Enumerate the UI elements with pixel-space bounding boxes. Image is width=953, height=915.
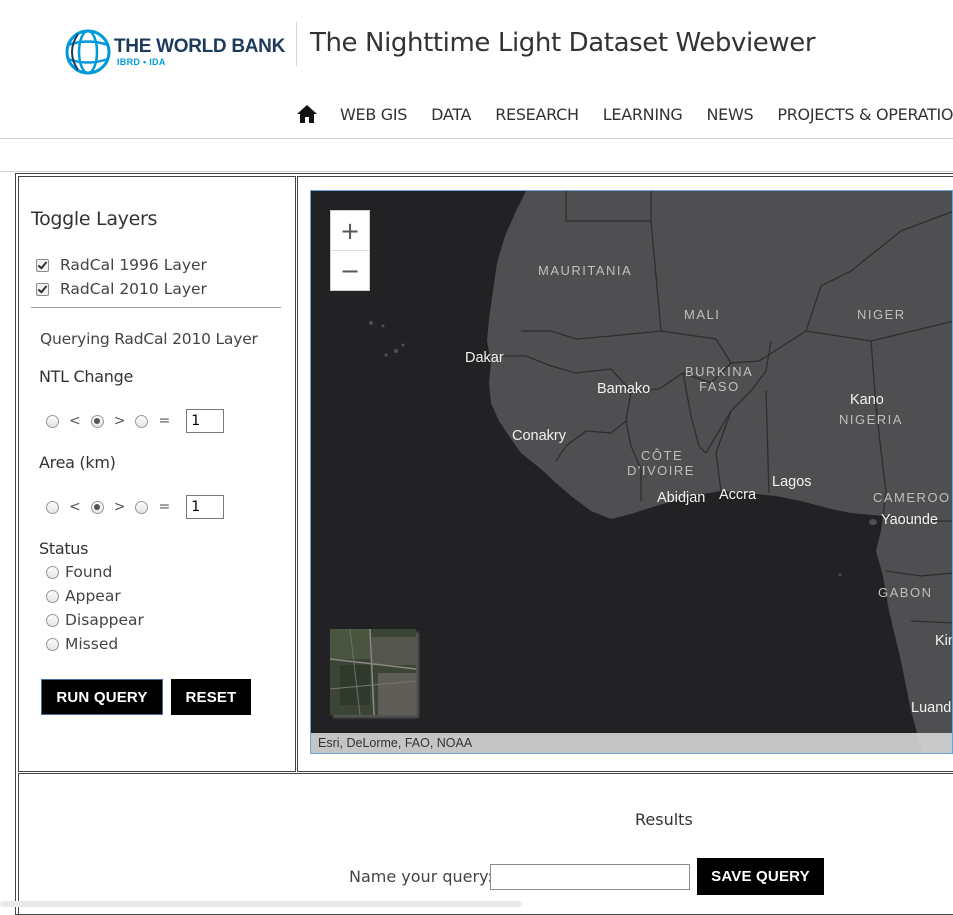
status-radio[interactable] (46, 565, 59, 579)
name-query-label: Name your query: (349, 867, 493, 886)
status-option-missed[interactable]: Missed (46, 635, 118, 653)
status-radio[interactable] (46, 637, 59, 651)
logo-name: THE WORLD BANK (114, 36, 286, 57)
status-label: Status (39, 539, 89, 558)
area-label: Area (km) (39, 453, 116, 472)
operator-less: < (69, 499, 81, 515)
querying-layer-label: Querying RadCal 2010 Layer (40, 330, 258, 348)
site-header: THE WORLD BANK IBRD • IDA The Nighttime … (0, 0, 953, 139)
ntl-change-filter: < > = (46, 409, 225, 433)
nav-item-research[interactable]: RESEARCH (495, 105, 579, 124)
basemap-toggle[interactable] (330, 629, 416, 715)
status-option-label: Missed (65, 635, 119, 653)
zoom-out-button[interactable]: − (331, 251, 369, 290)
ntl-change-label: NTL Change (39, 367, 134, 386)
status-option-found[interactable]: Found (46, 563, 112, 581)
map-label-lagos: Lagos (772, 474, 812, 490)
status-option-disappear[interactable]: Disappear (46, 611, 144, 629)
status-radio[interactable] (46, 589, 59, 603)
main-nav: WEB GIS DATA RESEARCH LEARNING NEWS PROJ… (296, 100, 953, 128)
area-greater-radio[interactable] (90, 500, 104, 514)
status-option-label: Found (65, 563, 113, 581)
area-filter: < > = (46, 495, 225, 519)
query-name-input[interactable] (490, 864, 690, 890)
map-label-accra: Accra (719, 487, 757, 503)
area-equal-radio[interactable] (135, 500, 149, 514)
status-option-appear[interactable]: Appear (46, 587, 121, 605)
content-divider (0, 171, 953, 172)
map-label-kano: Kano (850, 392, 884, 408)
run-query-button[interactable]: RUN QUERY (41, 679, 163, 715)
nav-item-web-gis[interactable]: WEB GIS (340, 105, 407, 124)
map-label-gabon: GABON (878, 585, 932, 600)
ntl-less-radio[interactable] (46, 414, 59, 428)
nav-item-data[interactable]: DATA (431, 105, 471, 124)
map-attribution: Esri, DeLorme, FAO, NOAA (311, 733, 952, 753)
nav-item-projects-operations[interactable]: PROJECTS & OPERATIONS (777, 105, 953, 124)
operator-greater: > (113, 499, 126, 515)
map-view[interactable]: MAURITANIA MALI NIGER BURKINA FASO NIGER… (310, 190, 953, 754)
results-title: Results (635, 810, 693, 829)
operator-greater: > (113, 413, 126, 429)
nav-item-learning[interactable]: LEARNING (603, 105, 683, 124)
ntl-change-input[interactable] (186, 409, 225, 433)
operator-equal: = (158, 413, 171, 429)
status-option-label: Disappear (65, 611, 144, 629)
ntl-equal-radio[interactable] (135, 414, 149, 428)
map-label-cameroon: CAMEROO (873, 490, 951, 505)
ntl-greater-radio[interactable] (90, 414, 104, 428)
map-label-nigeria: NIGERIA (839, 412, 903, 427)
save-query-button[interactable]: SAVE QUERY (697, 858, 824, 895)
world-bank-logo[interactable]: THE WORLD BANK IBRD • IDA (64, 28, 294, 78)
globe-icon (65, 29, 111, 75)
layer-toggle-radcal-1996[interactable]: RadCal 1996 Layer (36, 256, 207, 274)
horizontal-scrollbar[interactable] (0, 901, 522, 907)
toggle-layers-title: Toggle Layers (31, 208, 158, 230)
area-input[interactable] (186, 495, 225, 519)
layer-label: RadCal 1996 Layer (60, 256, 207, 274)
map-label-kinshasa: Kin (935, 633, 953, 649)
status-radio[interactable] (46, 613, 59, 627)
reset-button[interactable]: RESET (171, 679, 251, 715)
map-label-bamako: Bamako (597, 381, 650, 397)
zoom-control: + − (330, 210, 370, 291)
home-icon[interactable] (296, 103, 318, 125)
area-less-radio[interactable] (46, 500, 59, 514)
map-label-yaounde: Yaounde (881, 512, 938, 528)
layer-checkbox[interactable] (36, 282, 49, 296)
page-title: The Nighttime Light Dataset Webviewer (310, 28, 816, 58)
map-label-divoire: D'IVOIRE (627, 463, 695, 478)
map-label-dakar: Dakar (465, 350, 504, 366)
zoom-in-button[interactable]: + (331, 211, 369, 251)
map-label-burkina: BURKINA (685, 364, 753, 379)
map-label-mali: MALI (684, 307, 720, 322)
layer-toggle-radcal-2010[interactable]: RadCal 2010 Layer (36, 280, 207, 298)
map-label-conakry: Conakry (512, 428, 567, 444)
operator-less: < (69, 413, 81, 429)
logo-subtitle: IBRD • IDA (117, 57, 166, 67)
layer-checkbox[interactable] (36, 258, 49, 272)
operator-equal: = (158, 499, 171, 515)
layer-label: RadCal 2010 Layer (60, 280, 207, 298)
map-label-niger: NIGER (857, 307, 906, 322)
map-label-abidjan: Abidjan (657, 490, 705, 506)
map-label-luanda: Luand (911, 700, 951, 716)
status-option-label: Appear (65, 587, 121, 605)
map-label-cote: CÔTE (641, 448, 683, 463)
map-label-mauritania: MAURITANIA (538, 263, 632, 278)
satellite-thumbnail-icon (330, 629, 416, 715)
panel-separator (31, 307, 281, 308)
nav-item-news[interactable]: NEWS (707, 105, 754, 124)
map-label-faso: FASO (699, 379, 740, 394)
header-divider (296, 22, 297, 66)
